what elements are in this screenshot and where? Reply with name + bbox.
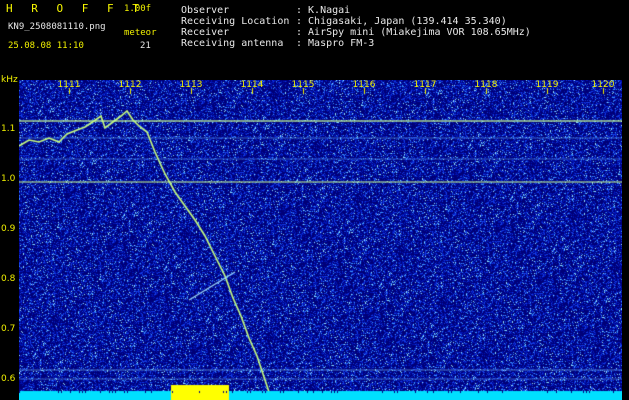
meteor-label: meteor — [124, 28, 157, 38]
observer-value: : K.Nagai — [296, 5, 351, 16]
y-unit-label: kHz — [1, 75, 18, 85]
y-tick-label: 0.8 — [1, 274, 16, 284]
file-datetime: 25.08.08 11:10 — [8, 41, 84, 51]
antenna-label: Receiving antenna — [181, 38, 284, 49]
x-tick-label: 1120 — [591, 80, 615, 90]
y-axis-labels: kHz 1.1 1.0 0.9 0.8 0.7 0.6 — [0, 75, 19, 400]
antenna-value: : Maspro FM-3 — [296, 38, 375, 49]
x-tick-label: 1114 — [240, 80, 264, 90]
y-tick-label: 0.6 — [1, 374, 16, 384]
x-tick-label: 1118 — [474, 80, 498, 90]
meteor-count: 21 — [140, 41, 151, 51]
y-tick-label: 1.1 — [1, 124, 16, 134]
y-tick-label: 1.0 — [1, 174, 16, 184]
x-tick-label: 1113 — [179, 80, 203, 90]
program-version: 1.00f — [124, 4, 152, 14]
spectrogram-plot — [19, 80, 622, 400]
location-value: : Chigasaki, Japan (139.414 35.340) — [296, 16, 507, 27]
observer-label: Observer — [181, 5, 230, 16]
receiver-label: Receiver — [181, 27, 230, 38]
file-name: KN9_2508081110.png — [8, 22, 106, 32]
y-tick-label: 0.7 — [1, 324, 16, 334]
y-tick-label: 0.9 — [1, 224, 16, 234]
x-tick-label: 1115 — [291, 80, 315, 90]
x-axis-labels: 1111 1112 1113 1114 1115 1116 1117 1118 1119 1120 — [19, 80, 622, 92]
x-tick-label: 1112 — [118, 80, 142, 90]
x-tick-label: 1119 — [535, 80, 559, 90]
hroft-spectrogram-window: H R O F F T 1.00f KN9_2508081110.png met… — [0, 0, 629, 400]
location-label: Receiving Location — [181, 16, 290, 27]
receiver-value: : AirSpy mini (Miakejima VOR 108.65MHz) — [296, 27, 531, 38]
x-tick-label: 1116 — [352, 80, 376, 90]
x-tick-label: 1117 — [413, 80, 437, 90]
x-tick-label: 1111 — [57, 80, 81, 90]
